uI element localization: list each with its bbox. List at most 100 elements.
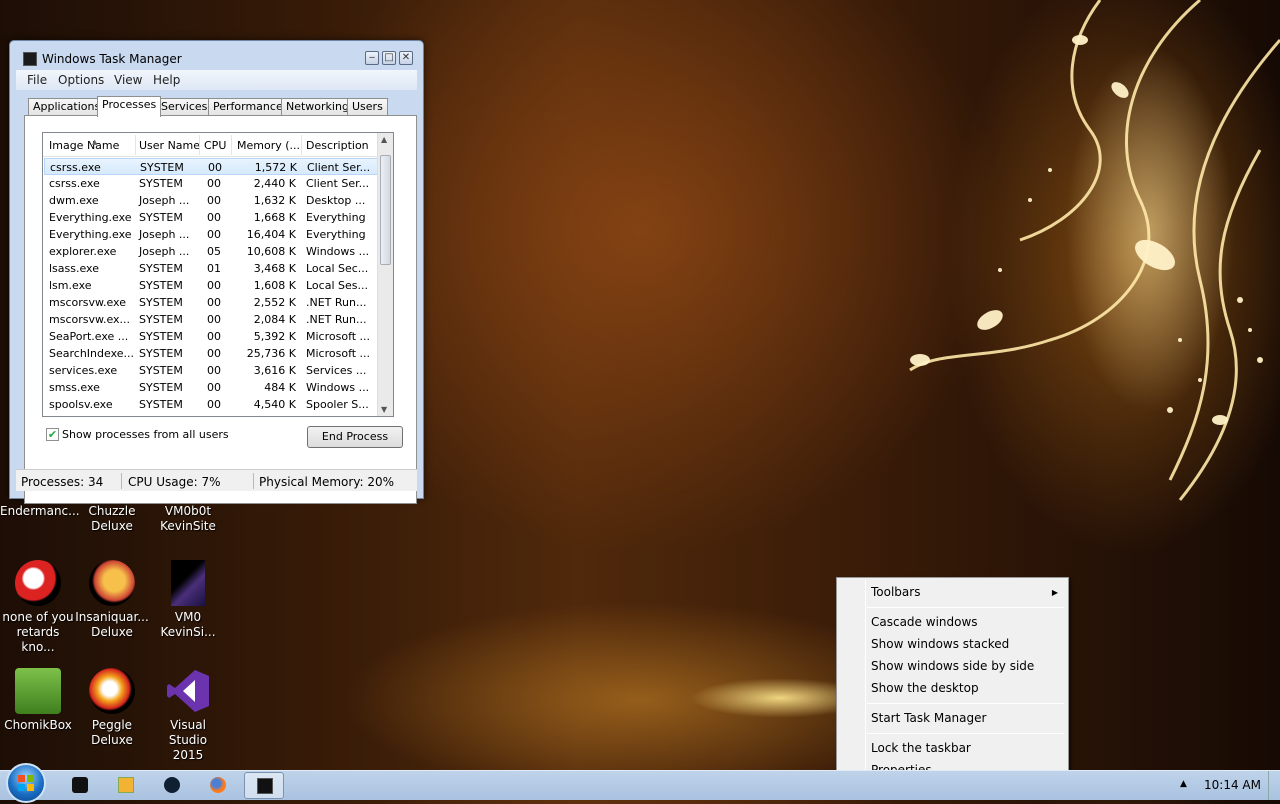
cell-memory: 1,632 K <box>253 194 296 207</box>
menu-separator <box>867 733 1064 734</box>
tray-expand-icon[interactable]: ▲ <box>1180 779 1187 789</box>
cell-memory: 2,552 K <box>253 296 296 309</box>
cell-image-name: Everything.exe <box>49 228 132 241</box>
table-row[interactable]: smss.exe SYSTEM 00 484 K Windows ... <box>44 379 378 396</box>
cell-image-name: dwm.exe <box>49 194 99 207</box>
menu-file[interactable]: File <box>27 73 47 87</box>
table-row[interactable]: explorer.exe Joseph ... 05 10,608 K Windows … <box>44 243 378 260</box>
tab-performance[interactable]: Performance <box>208 98 288 116</box>
cell-cpu: 00 <box>207 398 221 411</box>
cell-cpu: 00 <box>208 161 222 174</box>
desktop-icon-none-of-you[interactable]: none of you retards kno... <box>0 560 76 655</box>
process-list[interactable]: ▲ Image Name User Name CPU Memory (... D… <box>42 132 394 417</box>
scroll-thumb[interactable] <box>380 155 391 265</box>
table-row[interactable]: SearchIndexe... SYSTEM 00 25,736 K Microsoft… <box>44 345 378 362</box>
cell-user-name: SYSTEM <box>139 262 183 275</box>
show-desktop-button[interactable] <box>1268 771 1280 800</box>
cell-cpu: 00 <box>207 211 221 224</box>
end-process-button[interactable]: End Process <box>307 426 403 448</box>
cell-cpu: 00 <box>207 364 221 377</box>
menu-help[interactable]: Help <box>153 73 180 87</box>
menu-item-show-desktop[interactable]: Show the desktop <box>871 681 979 695</box>
minimize-button[interactable]: ‒ <box>365 51 379 65</box>
windows-logo-icon <box>18 775 34 791</box>
cell-cpu: 01 <box>207 262 221 275</box>
taskbar-steam[interactable] <box>152 772 192 799</box>
clock[interactable]: 10:14 AM <box>1204 778 1261 792</box>
steam-icon <box>164 777 180 793</box>
vm-icon <box>171 560 205 606</box>
table-row[interactable]: services.exe SYSTEM 00 3,616 K Services ... <box>44 362 378 379</box>
column-cpu[interactable]: CPU <box>204 139 226 152</box>
cell-user-name: SYSTEM <box>139 330 183 343</box>
taskbar-media-player[interactable] <box>106 772 146 799</box>
table-row[interactable]: spoolsv.exe SYSTEM 00 4,540 K Spooler S... <box>44 396 378 413</box>
cell-image-name: lsass.exe <box>49 262 99 275</box>
menu-item-cascade-windows[interactable]: Cascade windows <box>871 615 978 629</box>
column-divider[interactable] <box>135 135 136 155</box>
table-row[interactable]: csrss.exe SYSTEM 00 2,440 K Client Ser... <box>44 175 378 192</box>
scroll-down-icon[interactable]: ▼ <box>381 405 387 414</box>
table-row[interactable]: Everything.exe Joseph ... 00 16,404 K Everyt… <box>44 226 378 243</box>
column-memory[interactable]: Memory (... <box>237 139 300 152</box>
column-description[interactable]: Description <box>306 139 369 152</box>
cell-image-name: spoolsv.exe <box>49 398 113 411</box>
column-divider[interactable] <box>199 135 200 155</box>
column-user-name[interactable]: User Name <box>139 139 200 152</box>
column-divider[interactable] <box>301 135 302 155</box>
menu-item-toolbars[interactable]: Toolbars <box>871 585 920 599</box>
taskbar-context-menu: Toolbars ▶ Cascade windows Show windows … <box>836 577 1069 783</box>
tab-processes[interactable]: Processes <box>97 96 162 117</box>
cell-cpu: 00 <box>207 296 221 309</box>
table-row[interactable]: lsass.exe SYSTEM 01 3,468 K Local Sec... <box>44 260 378 277</box>
menu-options[interactable]: Options <box>58 73 104 87</box>
column-divider[interactable] <box>231 135 232 155</box>
tab-applications[interactable]: Applications <box>28 98 106 116</box>
desktop-icon-insaniquarium[interactable]: Insaniquar... Deluxe <box>74 560 150 640</box>
close-button[interactable]: ✕ <box>399 51 413 65</box>
tab-services[interactable]: Services <box>156 98 213 116</box>
vertical-scrollbar[interactable]: ▲ ▼ <box>377 133 393 416</box>
column-image-name[interactable]: ▲ Image Name <box>49 138 119 152</box>
desktop-icon-chomikbox[interactable]: ChomikBox <box>0 668 76 733</box>
title-bar[interactable]: Windows Task Manager ‒ □ ✕ <box>10 41 423 69</box>
cell-description: Local Sec... <box>306 262 369 275</box>
table-row[interactable]: csrss.exe SYSTEM 00 1,572 K Client Ser... <box>44 158 378 175</box>
cell-image-name: lsm.exe <box>49 279 92 292</box>
cell-description: Windows ... <box>306 245 370 258</box>
desktop-icon-visual-studio[interactable]: Visual Studio 2015 <box>150 668 226 763</box>
taskbar-app-button[interactable] <box>60 772 100 799</box>
cell-description: Client Ser... <box>307 161 371 174</box>
table-row[interactable]: Everything.exe SYSTEM 00 1,668 K Everything <box>44 209 378 226</box>
tab-users[interactable]: Users <box>347 98 388 116</box>
cell-image-name: services.exe <box>49 364 118 377</box>
table-row[interactable]: lsm.exe SYSTEM 00 1,608 K Local Ses... <box>44 277 378 294</box>
desktop-icon-peggle[interactable]: Peggle Deluxe <box>74 668 150 748</box>
maximize-button[interactable]: □ <box>382 51 396 65</box>
taskbar-task-manager[interactable] <box>244 772 284 799</box>
table-row[interactable]: dwm.exe Joseph ... 00 1,632 K Desktop ... <box>44 192 378 209</box>
menu-item-show-windows-stacked[interactable]: Show windows stacked <box>871 637 1009 651</box>
table-row[interactable]: SeaPort.exe ... SYSTEM 00 5,392 K Microsoft … <box>44 328 378 345</box>
task-manager-icon <box>23 52 37 66</box>
cell-user-name: SYSTEM <box>139 279 183 292</box>
start-button[interactable] <box>6 763 46 803</box>
tab-networking[interactable]: Networking <box>281 98 354 116</box>
show-all-users-checkbox[interactable]: ✔ <box>46 428 59 441</box>
scroll-up-icon[interactable]: ▲ <box>381 135 387 144</box>
taskbar-firefox[interactable] <box>198 772 238 799</box>
menu-item-side-by-side[interactable]: Show windows side by side <box>871 659 1034 673</box>
menu-view[interactable]: View <box>114 73 142 87</box>
show-all-users-label[interactable]: Show processes from all users <box>62 428 229 441</box>
chomikbox-icon <box>15 668 61 714</box>
task-manager-window[interactable]: Windows Task Manager ‒ □ ✕ File Options … <box>9 40 424 504</box>
menu-item-lock-taskbar[interactable]: Lock the taskbar <box>871 741 971 755</box>
cell-user-name: Joseph ... <box>139 194 190 207</box>
table-row[interactable]: mscorsvw.exe SYSTEM 00 2,552 K .NET Run... <box>44 294 378 311</box>
table-row[interactable]: mscorsvw.ex... SYSTEM 00 2,084 K .NET Run... <box>44 311 378 328</box>
cell-description: Services ... <box>306 364 367 377</box>
desktop-icon-vm0[interactable]: VM0 KevinSi... <box>150 560 226 640</box>
menu-item-start-task-manager[interactable]: Start Task Manager <box>871 711 986 725</box>
list-header: ▲ Image Name User Name CPU Memory (... D… <box>43 133 379 157</box>
status-memory: Physical Memory: 20% <box>259 475 395 489</box>
